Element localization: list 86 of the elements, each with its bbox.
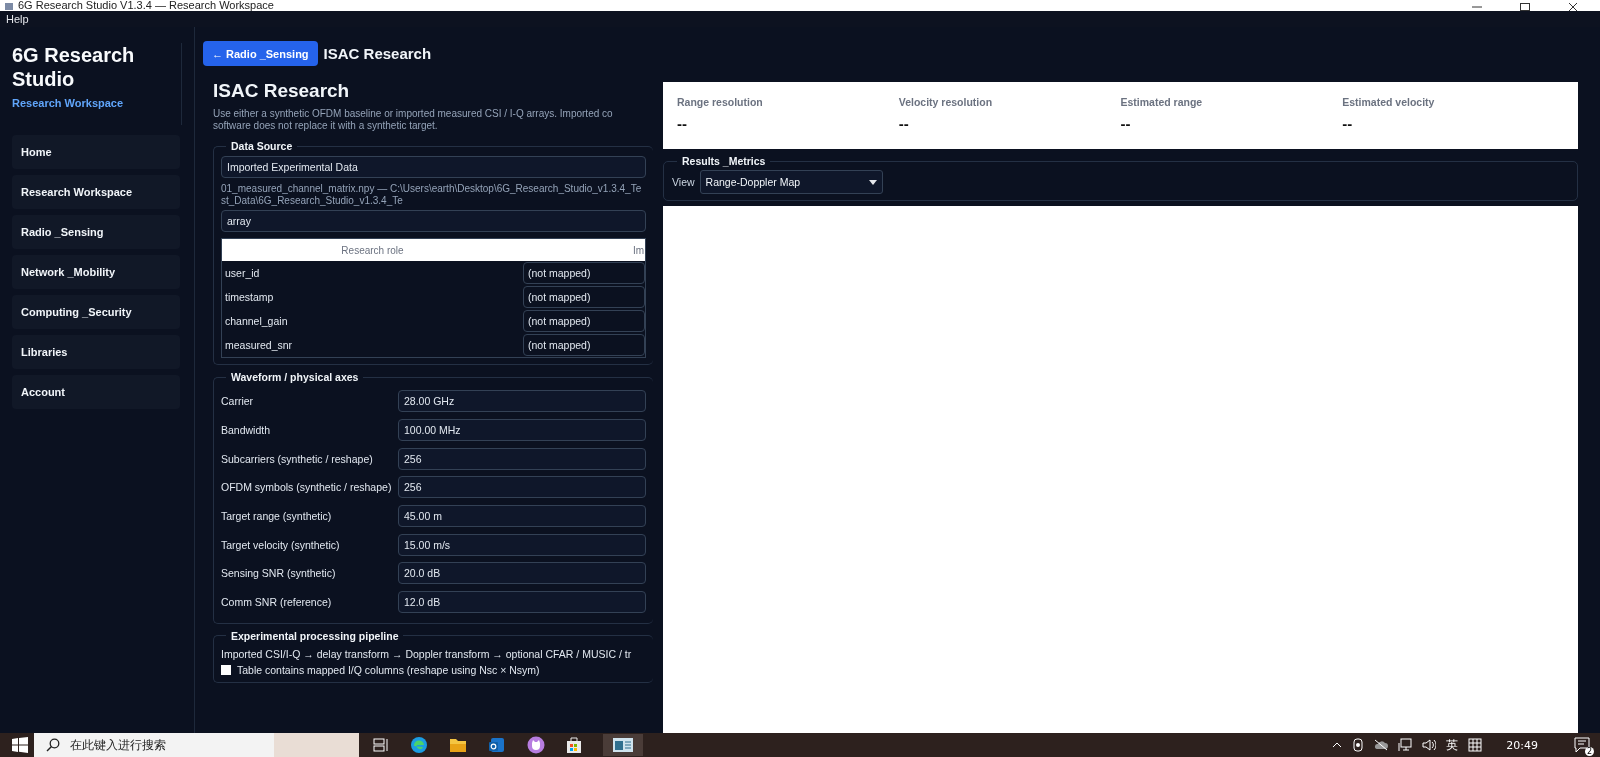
field-label: Target velocity (synthetic) bbox=[221, 538, 341, 551]
metric-label: Velocity resolution bbox=[898, 96, 994, 108]
number-field[interactable]: 20.0 dB bbox=[398, 562, 646, 585]
group-title: Experimental processing pipeline bbox=[230, 629, 400, 642]
file-path-text: 01_measured_channel_matrix.npy — C:\Users\earth\Desktop\6G_Research_Studio_v1.3.4_Test_Data\6G_Research_Studio_v1.3.4_Te bbox=[221, 183, 643, 207]
start-icon[interactable] bbox=[12, 737, 28, 753]
nav-item[interactable]: Account bbox=[12, 375, 180, 409]
table-cell: measured_snr bbox=[221, 333, 523, 358]
back-button[interactable]: ← Radio _Sensing bbox=[203, 41, 318, 66]
metric-value: -- bbox=[677, 115, 688, 132]
field-label: OFDM symbols (synthetic / reshape) bbox=[221, 481, 393, 494]
nav-item[interactable]: Network _Mobility bbox=[12, 255, 180, 289]
mail-app-icon[interactable] bbox=[488, 736, 506, 754]
table-cell: user_id bbox=[221, 261, 523, 285]
nav-item[interactable]: Home bbox=[12, 135, 180, 169]
column-header: Research role bbox=[221, 238, 523, 261]
field-label: Bandwidth bbox=[221, 424, 272, 437]
maximize-icon[interactable] bbox=[1520, 3, 1530, 11]
app-window-icon[interactable] bbox=[613, 737, 633, 753]
close-icon[interactable] bbox=[1568, 3, 1578, 11]
mapping-dropdown[interactable]: (not mapped) bbox=[523, 310, 645, 332]
nav-item[interactable]: Libraries bbox=[12, 335, 180, 369]
table-cell: channel_gain bbox=[221, 309, 523, 333]
number-field[interactable]: 45.00 m bbox=[398, 505, 646, 528]
field-label: Sensing SNR (synthetic) bbox=[221, 567, 337, 580]
notification-icon[interactable] bbox=[1574, 737, 1590, 753]
notification-count: 2 bbox=[1584, 747, 1594, 756]
search-icon bbox=[46, 738, 60, 752]
number-field[interactable]: 15.00 m/s bbox=[398, 533, 646, 556]
mapping-dropdown[interactable]: (not mapped) bbox=[523, 262, 645, 284]
metric-label: Range resolution bbox=[677, 96, 764, 108]
keyboard-grid-icon[interactable] bbox=[1468, 738, 1483, 752]
menu-item[interactable]: Help bbox=[0, 13, 35, 25]
field-label: Subcarriers (synthetic / reshape) bbox=[221, 452, 374, 465]
view-label: View bbox=[672, 176, 695, 188]
format-field[interactable]: array bbox=[221, 210, 646, 232]
volume-icon[interactable] bbox=[1422, 739, 1437, 751]
description-text: Use either a synthetic OFDM baseline or imported measured CSI / I-Q arrays. Imported co software does not replace it with a synthetic target. bbox=[213, 108, 614, 132]
group-title: Data Source bbox=[230, 140, 294, 152]
number-field[interactable]: 28.00 GHz bbox=[398, 390, 646, 413]
cloud-offline-icon[interactable] bbox=[1374, 739, 1389, 751]
column-header: Im bbox=[523, 238, 646, 261]
metric-value: -- bbox=[1342, 115, 1354, 132]
task-view-icon[interactable] bbox=[373, 737, 389, 753]
section-title: ISAC Research bbox=[213, 80, 351, 102]
group-title: Results _Metrics bbox=[681, 155, 767, 167]
network-icon[interactable] bbox=[1398, 738, 1413, 752]
group-title: Waveform / physical axes bbox=[230, 371, 360, 383]
browser-icon[interactable] bbox=[410, 736, 428, 754]
metric-label: Estimated range bbox=[1120, 96, 1204, 108]
field-label: Carrier bbox=[221, 395, 255, 408]
number-field[interactable]: 100.00 MHz bbox=[398, 419, 646, 442]
folder-icon[interactable] bbox=[449, 737, 467, 753]
minimize-icon[interactable] bbox=[1472, 3, 1482, 11]
cat-app-icon[interactable] bbox=[527, 736, 545, 754]
app-subtitle: Research Workspace bbox=[12, 97, 124, 109]
clock-time[interactable]: 20:49 bbox=[1506, 738, 1538, 752]
source-dropdown[interactable]: Imported Experimental Data bbox=[221, 156, 646, 178]
view-dropdown[interactable]: Range-Doppler Map bbox=[699, 170, 883, 194]
camera-icon[interactable] bbox=[1352, 738, 1365, 752]
nav-item[interactable]: Radio _Sensing bbox=[12, 215, 180, 249]
search-field[interactable]: 在此键入进行搜索 bbox=[34, 733, 274, 757]
mapping-dropdown[interactable]: (not mapped) bbox=[523, 286, 645, 308]
app-icon bbox=[4, 3, 14, 11]
field-label: Target range (synthetic) bbox=[221, 510, 333, 523]
nav-item[interactable]: Research Workspace bbox=[12, 175, 180, 209]
field-label: Comm SNR (reference) bbox=[221, 596, 333, 609]
nav-item[interactable]: Computing _Security bbox=[12, 295, 180, 329]
table-cell: timestamp bbox=[221, 285, 523, 309]
number-field[interactable]: 12.0 dB bbox=[398, 591, 646, 614]
metric-value: -- bbox=[898, 115, 910, 132]
checkbox[interactable] bbox=[221, 664, 231, 675]
metric-label: Estimated velocity bbox=[1342, 96, 1436, 108]
store-icon[interactable] bbox=[566, 736, 582, 754]
checkbox-label: Table contains mapped I/Q columns (reshape using Nsc × Nsym) bbox=[237, 663, 540, 676]
number-field[interactable]: 256 bbox=[398, 476, 646, 499]
page-title: ISAC Research bbox=[323, 45, 432, 62]
chevron-up-icon[interactable] bbox=[1332, 742, 1343, 748]
window-title: 6G Research Studio V1.3.4 — Research Workspace bbox=[18, 0, 274, 11]
app-title: 6G Research Studio bbox=[12, 43, 136, 91]
mapping-dropdown[interactable]: (not mapped) bbox=[523, 334, 645, 356]
metric-value: -- bbox=[1120, 115, 1132, 132]
input-method-indicator[interactable]: 英 bbox=[1446, 736, 1459, 754]
caret-icon bbox=[868, 179, 877, 185]
pipeline-text: Imported CSI/I-Q → delay transform → Doppler transform → optional CFAR / MUSIC / tr bbox=[221, 647, 633, 660]
number-field[interactable]: 256 bbox=[398, 447, 646, 470]
